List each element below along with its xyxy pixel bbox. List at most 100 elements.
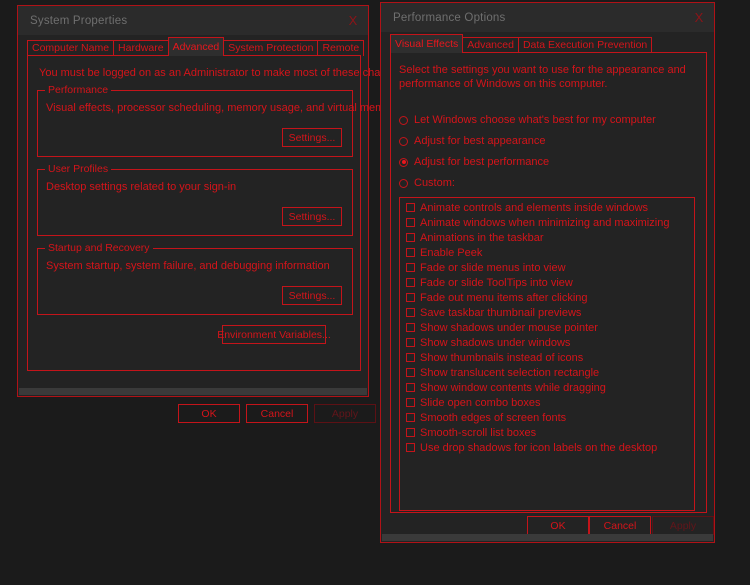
list-item[interactable]: Save taskbar thumbnail previews xyxy=(400,305,694,320)
visual-effects-tab-panel: Select the settings you want to use for … xyxy=(390,52,707,513)
list-item-label: Smooth-scroll list boxes xyxy=(420,426,537,439)
radio-icon xyxy=(399,115,408,125)
radio-icon xyxy=(399,178,408,188)
system-properties-tabstrip: Computer Name Hardware Advanced System P… xyxy=(27,37,365,56)
list-item[interactable]: Show window contents while dragging xyxy=(400,380,694,395)
checkbox-icon[interactable] xyxy=(406,338,415,347)
radio-icon xyxy=(399,136,408,146)
list-item[interactable]: Animate windows when minimizing and maxi… xyxy=(400,215,694,230)
list-item-label: Show shadows under windows xyxy=(420,336,571,349)
checkbox-icon[interactable] xyxy=(406,278,415,287)
list-item[interactable]: Show translucent selection rectangle xyxy=(400,365,694,380)
user-profiles-description: Desktop settings related to your sign-in xyxy=(46,181,237,193)
list-item[interactable]: Show shadows under mouse pointer xyxy=(400,320,694,335)
performance-group-legend: Performance xyxy=(45,84,112,96)
list-item[interactable]: Show shadows under windows xyxy=(400,335,694,350)
checkbox-icon[interactable] xyxy=(406,293,415,302)
list-item[interactable]: Fade or slide ToolTips into view xyxy=(400,275,694,290)
list-item[interactable]: Enable Peek xyxy=(400,245,694,260)
list-item-label: Show translucent selection rectangle xyxy=(420,366,600,379)
performance-settings-button[interactable]: Settings... xyxy=(282,128,342,147)
startup-recovery-group: Startup and Recovery System startup, sys… xyxy=(37,242,353,315)
checkbox-icon[interactable] xyxy=(406,203,415,212)
tab-system-protection[interactable]: System Protection xyxy=(223,40,319,56)
advanced-tab-panel: You must be logged on as an Administrato… xyxy=(27,55,407,371)
close-icon[interactable]: X xyxy=(338,6,368,35)
list-item-label: Show window contents while dragging xyxy=(420,381,606,394)
checkbox-icon[interactable] xyxy=(406,263,415,272)
user-profiles-settings-button[interactable]: Settings... xyxy=(282,207,342,226)
system-properties-client: Computer Name Hardware Advanced System P… xyxy=(18,35,407,423)
checkbox-icon[interactable] xyxy=(406,413,415,422)
checkbox-icon[interactable] xyxy=(406,323,415,332)
list-item[interactable]: Smooth-scroll list boxes xyxy=(400,425,694,440)
list-item[interactable]: Animations in the taskbar xyxy=(400,230,694,245)
list-item-label: Animations in the taskbar xyxy=(420,231,544,244)
checkbox-icon[interactable] xyxy=(406,398,415,407)
list-item-label: Slide open combo boxes xyxy=(420,396,541,409)
checkbox-icon[interactable] xyxy=(406,443,415,452)
list-item[interactable]: Animate controls and elements inside win… xyxy=(400,200,694,215)
radio-icon-selected xyxy=(399,157,408,167)
performance-options-title: Performance Options xyxy=(393,11,506,24)
startup-recovery-settings-button[interactable]: Settings... xyxy=(282,286,342,305)
list-item[interactable]: Fade out menu items after clicking xyxy=(400,290,694,305)
radio-label: Custom: xyxy=(414,177,455,189)
system-properties-bottom-bevel xyxy=(19,388,367,395)
list-item-label: Animate windows when minimizing and maxi… xyxy=(420,216,670,229)
list-item[interactable]: Use drop shadows for icon labels on the … xyxy=(400,440,694,455)
system-properties-titlebar[interactable]: System Properties X xyxy=(18,6,368,35)
checkbox-icon[interactable] xyxy=(406,308,415,317)
visual-effects-listbox[interactable]: Animate controls and elements inside win… xyxy=(399,197,695,511)
radio-best-appearance[interactable]: Adjust for best appearance xyxy=(399,134,545,148)
performance-options-ok-button[interactable]: OK xyxy=(527,516,589,535)
checkbox-icon[interactable] xyxy=(406,368,415,377)
list-item-label: Enable Peek xyxy=(420,246,483,259)
system-properties-cancel-button[interactable]: Cancel xyxy=(246,404,308,423)
performance-options-window: Performance Options X Visual Effects Adv… xyxy=(380,2,715,543)
close-icon[interactable]: X xyxy=(684,3,714,32)
list-item[interactable]: Fade or slide menus into view xyxy=(400,260,694,275)
performance-description: Visual effects, processor scheduling, me… xyxy=(46,102,400,114)
radio-let-windows-choose[interactable]: Let Windows choose what's best for my co… xyxy=(399,113,656,127)
list-item[interactable]: Smooth edges of screen fonts xyxy=(400,410,694,425)
list-item[interactable]: Show thumbnails instead of icons xyxy=(400,350,694,365)
performance-options-client: Visual Effects Advanced Data Execution P… xyxy=(381,32,714,542)
tab-remote[interactable]: Remote xyxy=(317,40,365,56)
user-profiles-group-legend: User Profiles xyxy=(45,163,112,175)
system-properties-window: System Properties X Computer Name Hardwa… xyxy=(17,5,407,423)
desktop-background: System Properties X Computer Name Hardwa… xyxy=(0,0,750,585)
list-item-label: Animate controls and elements inside win… xyxy=(420,201,649,214)
checkbox-icon[interactable] xyxy=(406,248,415,257)
startup-recovery-group-legend: Startup and Recovery xyxy=(45,242,153,254)
tab-advanced[interactable]: Advanced xyxy=(462,37,519,53)
radio-label: Adjust for best performance xyxy=(414,156,550,168)
tab-advanced[interactable]: Advanced xyxy=(167,37,225,56)
radio-custom[interactable]: Custom: xyxy=(399,176,455,190)
environment-variables-button[interactable]: Environment Variables... xyxy=(217,325,331,344)
list-item-label: Show shadows under mouse pointer xyxy=(420,321,598,334)
list-item-label: Use drop shadows for icon labels on the … xyxy=(420,441,658,454)
user-profiles-group: User Profiles Desktop settings related t… xyxy=(37,163,353,236)
tab-hardware[interactable]: Hardware xyxy=(113,40,169,56)
administrator-notice: You must be logged on as an Administrato… xyxy=(39,67,408,79)
checkbox-icon[interactable] xyxy=(406,383,415,392)
performance-options-titlebar[interactable]: Performance Options X xyxy=(381,3,714,32)
checkbox-icon[interactable] xyxy=(406,218,415,227)
system-properties-title: System Properties xyxy=(30,14,128,27)
performance-options-tabstrip: Visual Effects Advanced Data Execution P… xyxy=(390,34,653,53)
tab-computer-name[interactable]: Computer Name xyxy=(27,40,115,56)
checkbox-icon[interactable] xyxy=(406,428,415,437)
checkbox-icon[interactable] xyxy=(406,353,415,362)
list-item[interactable]: Slide open combo boxes xyxy=(400,395,694,410)
tab-visual-effects[interactable]: Visual Effects xyxy=(390,34,464,53)
system-properties-ok-button[interactable]: OK xyxy=(178,404,240,423)
performance-group: Performance Visual effects, processor sc… xyxy=(37,84,400,157)
radio-label: Let Windows choose what's best for my co… xyxy=(414,114,656,126)
checkbox-icon[interactable] xyxy=(406,233,415,242)
tab-data-execution-prevention[interactable]: Data Execution Prevention xyxy=(517,37,653,53)
startup-recovery-description: System startup, system failure, and debu… xyxy=(46,260,330,272)
list-item-label: Save taskbar thumbnail previews xyxy=(420,306,582,319)
performance-options-cancel-button[interactable]: Cancel xyxy=(589,516,651,535)
radio-best-performance[interactable]: Adjust for best performance xyxy=(399,155,549,169)
